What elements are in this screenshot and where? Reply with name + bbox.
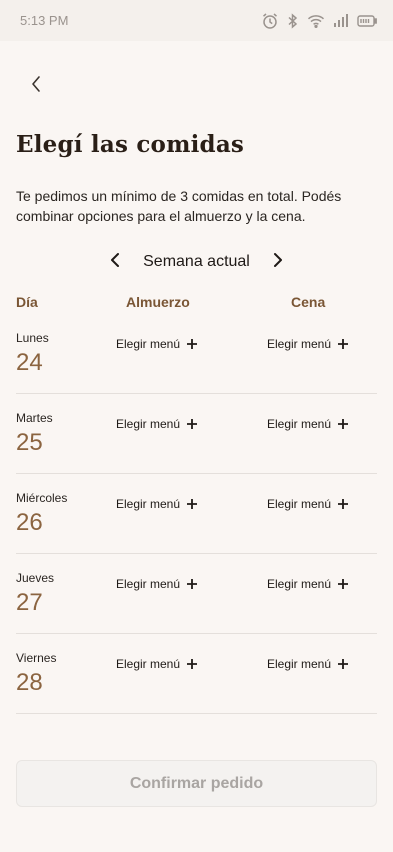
plus-icon: [186, 578, 198, 590]
choose-lunch-label: Elegir menú: [116, 337, 181, 351]
status-time: 5:13 PM: [20, 13, 69, 28]
choose-dinner-label: Elegir menú: [267, 657, 332, 671]
back-button[interactable]: [22, 74, 50, 98]
day-name: Viernes: [16, 651, 57, 665]
day-date: 27: [16, 589, 43, 616]
choose-lunch-button[interactable]: Elegir menú: [116, 337, 198, 351]
table-row: Lunes 24 Elegir menú Elegir menú: [16, 314, 377, 394]
table-row: Miércoles 26 Elegir menú Elegir menú: [16, 474, 377, 554]
choose-dinner-button[interactable]: Elegir menú: [267, 577, 349, 591]
prev-week-button[interactable]: [105, 250, 125, 274]
choose-dinner-button[interactable]: Elegir menú: [267, 497, 349, 511]
column-header-lunch: Almuerzo: [126, 294, 190, 310]
plus-icon: [337, 578, 349, 590]
day-name: Miércoles: [16, 491, 68, 505]
table-row: Viernes 28 Elegir menú Elegir menú: [16, 634, 377, 714]
plus-icon: [186, 338, 198, 350]
choose-lunch-button[interactable]: Elegir menú: [116, 417, 198, 431]
battery-icon: [357, 14, 377, 27]
choose-dinner-label: Elegir menú: [267, 497, 332, 511]
day-date: 25: [16, 429, 43, 456]
column-header-dinner: Cena: [291, 294, 326, 310]
plus-icon: [186, 658, 198, 670]
next-week-button[interactable]: [268, 250, 288, 274]
day-date: 28: [16, 669, 43, 696]
status-bar: 5:13 PM: [0, 0, 393, 41]
chevron-left-icon: [110, 252, 120, 273]
confirm-order-button[interactable]: Confirmar pedido: [16, 760, 377, 807]
choose-lunch-label: Elegir menú: [116, 657, 181, 671]
plus-icon: [186, 498, 198, 510]
chevron-right-icon: [273, 252, 283, 273]
status-icons: [261, 12, 377, 30]
choose-lunch-button[interactable]: Elegir menú: [116, 497, 198, 511]
plus-icon: [337, 498, 349, 510]
plus-icon: [337, 338, 349, 350]
choose-lunch-label: Elegir menú: [116, 497, 181, 511]
choose-dinner-label: Elegir menú: [267, 337, 332, 351]
table-row: Martes 25 Elegir menú Elegir menú: [16, 394, 377, 474]
plus-icon: [337, 418, 349, 430]
week-label: Semana actual: [143, 253, 250, 270]
meal-table: Lunes 24 Elegir menú Elegir menú Martes …: [16, 314, 377, 714]
signal-icon: [333, 14, 349, 27]
chevron-left-icon: [30, 75, 42, 98]
table-row: Jueves 27 Elegir menú Elegir menú: [16, 554, 377, 634]
day-date: 26: [16, 509, 43, 536]
choose-dinner-button[interactable]: Elegir menú: [267, 417, 349, 431]
choose-lunch-label: Elegir menú: [116, 417, 181, 431]
alarm-icon: [261, 12, 279, 30]
week-navigator: Semana actual: [0, 250, 393, 274]
choose-lunch-label: Elegir menú: [116, 577, 181, 591]
wifi-icon: [307, 14, 325, 28]
choose-lunch-button[interactable]: Elegir menú: [116, 577, 198, 591]
day-name: Jueves: [16, 571, 55, 585]
plus-icon: [337, 658, 349, 670]
choose-dinner-button[interactable]: Elegir menú: [267, 337, 349, 351]
page-title: Elegí las comidas: [16, 131, 245, 158]
choose-lunch-button[interactable]: Elegir menú: [116, 657, 198, 671]
day-date: 24: [16, 349, 43, 376]
day-name: Martes: [16, 411, 53, 425]
bluetooth-icon: [287, 12, 299, 29]
choose-dinner-button[interactable]: Elegir menú: [267, 657, 349, 671]
day-name: Lunes: [16, 331, 49, 345]
choose-dinner-label: Elegir menú: [267, 577, 332, 591]
page-subtitle: Te pedimos un mínimo de 3 comidas en tot…: [16, 188, 342, 224]
plus-icon: [186, 418, 198, 430]
choose-dinner-label: Elegir menú: [267, 417, 332, 431]
column-header-day: Día: [16, 294, 38, 310]
